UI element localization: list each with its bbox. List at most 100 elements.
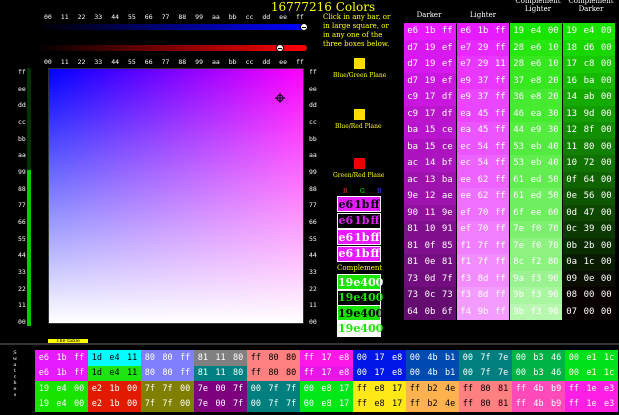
palette-cell[interactable]: 73 0d 7f	[404, 270, 456, 287]
swatch-cell[interactable]: ff 80 81	[459, 381, 512, 397]
palette-cell[interactable]: 36 e8 20	[510, 89, 562, 106]
palette-cell[interactable]: 12 8f 00	[563, 122, 615, 139]
palette-cell[interactable]: e6 1b ff	[457, 23, 509, 40]
swatch-cell[interactable]: 00 e8 17	[300, 396, 353, 412]
palette-cell[interactable]: ba 15 ce	[404, 138, 456, 155]
swatch-cell[interactable]: 80 80 ff	[141, 350, 194, 366]
swatch-cell[interactable]: e6 1b ff	[35, 350, 88, 366]
swatch-cell[interactable]: 7f 7f 00	[141, 381, 194, 397]
swatch-cell[interactable]: 00 17 e8	[353, 350, 406, 366]
palette-cell[interactable]: d7 19 ef	[404, 39, 456, 56]
palette-cell[interactable]: f4 9b ff	[457, 303, 509, 320]
swatch-cell[interactable]: ff 17 e8	[300, 350, 353, 366]
palette-cell[interactable]: ba 15 ce	[404, 122, 456, 139]
swatch-cell[interactable]: ff 1e e3	[565, 381, 618, 397]
palette-cell[interactable]: ac 14 bf	[404, 155, 456, 172]
swatch-cell[interactable]: ff 1e e3	[565, 396, 618, 412]
swatch-cell[interactable]: 19 e4 00	[35, 381, 88, 397]
palette-cell[interactable]: e9 37 ff	[457, 72, 509, 89]
palette-cell[interactable]: 53 eb 40	[510, 155, 562, 172]
palette-cell[interactable]: ea 45 ff	[457, 105, 509, 122]
complement-color-swatch[interactable]: 19 e4 00	[337, 289, 383, 306]
palette-cell[interactable]: f3 8d ff	[457, 287, 509, 304]
palette-cell[interactable]: 9e 12 ae	[404, 188, 456, 205]
palette-cell[interactable]: 37 e8 20	[510, 72, 562, 89]
current-color-swatch[interactable]: e6 1b ff	[337, 229, 381, 245]
swatch-cell[interactable]: 1d e4 11	[88, 350, 141, 366]
palette-cell[interactable]: ec 54 ff	[457, 138, 509, 155]
swatch-cell[interactable]: 7e 00 7f	[194, 381, 247, 397]
swatch-cell[interactable]: 00 17 e8	[353, 365, 406, 381]
palette-cell[interactable]: 11 80 00	[563, 138, 615, 155]
swatch-cell[interactable]: 81 11 80	[194, 365, 247, 381]
swatch-cell[interactable]: 00 e8 17	[300, 381, 353, 397]
swatch-cell[interactable]: ff 4b b9	[512, 396, 565, 412]
palette-cell[interactable]: 53 eb 40	[510, 138, 562, 155]
palette-cell[interactable]: 09 0e 00	[563, 270, 615, 287]
palette-cell[interactable]: 61 ed 50	[510, 188, 562, 205]
current-color-swatch[interactable]: e6 1b ff	[337, 196, 381, 212]
swatch-cell[interactable]: ff 80 80	[247, 365, 300, 381]
palette-cell[interactable]: 0b 2b 00	[563, 237, 615, 254]
palette-cell[interactable]: ac 13 ba	[404, 171, 456, 188]
swatch-cell[interactable]: 1d e4 11	[88, 365, 141, 381]
swatch-cell[interactable]: 00 4b b1	[406, 350, 459, 366]
palette-cell[interactable]: ef 70 ff	[457, 221, 509, 238]
palette-cell[interactable]: d7 19 ef	[404, 72, 456, 89]
swatch-cell[interactable]: 80 80 ff	[141, 365, 194, 381]
palette-cell[interactable]: 8c f2 80	[510, 254, 562, 271]
palette-cell[interactable]: 28 e6 10	[510, 39, 562, 56]
palette-cell[interactable]: 6f ee 60	[510, 204, 562, 221]
swatch-cell[interactable]: e6 1b ff	[35, 365, 88, 381]
swatch-cell[interactable]: 00 7f 7f	[247, 396, 300, 412]
palette-cell[interactable]: 46 ea 30	[510, 105, 562, 122]
palette-cell[interactable]: 07 00 00	[563, 303, 615, 320]
palette-cell[interactable]: 17 c8 00	[563, 56, 615, 73]
palette-cell[interactable]: 61 ed 50	[510, 171, 562, 188]
palette-cell[interactable]: 14 ab 00	[563, 89, 615, 106]
palette-cell[interactable]: 64 0b 6f	[404, 303, 456, 320]
swatch-cell[interactable]: ff 80 80	[247, 350, 300, 366]
blue-green-plane-button[interactable]	[354, 58, 365, 69]
palette-cell[interactable]: d7 19 ef	[404, 56, 456, 73]
palette-cell[interactable]: 18 d6 00	[563, 39, 615, 56]
palette-cell[interactable]: 81 0e 81	[404, 254, 456, 271]
palette-cell[interactable]: 73 0c 73	[404, 287, 456, 304]
swatch-cell[interactable]: 00 b3 46	[512, 365, 565, 381]
swatch-cell[interactable]: 00 e1 1c	[565, 350, 618, 366]
swatch-cell[interactable]: 00 7f 7e	[459, 350, 512, 366]
swatch-cell[interactable]: ff 80 81	[459, 396, 512, 412]
palette-cell[interactable]: 0f 64 00	[563, 171, 615, 188]
palette-cell[interactable]: 90 11 9e	[404, 204, 456, 221]
color-plane[interactable]	[48, 68, 304, 324]
blue-slider-knob[interactable]	[300, 23, 308, 31]
palette-cell[interactable]: 0d 47 00	[563, 204, 615, 221]
palette-cell[interactable]: ec 54 ff	[457, 155, 509, 172]
swatch-cell[interactable]: 00 b3 46	[512, 350, 565, 366]
blue-slider[interactable]	[36, 23, 308, 31]
palette-cell[interactable]: 10 72 00	[563, 155, 615, 172]
swatch-cell[interactable]: e2 1b 00	[88, 396, 141, 412]
swatch-cell[interactable]: ff b2 4e	[406, 396, 459, 412]
palette-cell[interactable]: 13 9d 00	[563, 105, 615, 122]
palette-cell[interactable]: f1 7f ff	[457, 237, 509, 254]
current-color-swatch[interactable]: e6 1b ff	[337, 245, 381, 262]
palette-cell[interactable]: c9 17 df	[404, 89, 456, 106]
palette-cell[interactable]: 0a 1c 00	[563, 254, 615, 271]
palette-cell[interactable]: f1 7f ff	[457, 254, 509, 271]
swatch-cell[interactable]: 7e 00 7f	[194, 396, 247, 412]
palette-cell[interactable]: 9b f3 90	[510, 303, 562, 320]
swatch-cell[interactable]: 00 7f 7e	[459, 365, 512, 381]
palette-cell[interactable]: ee 62 ff	[457, 188, 509, 205]
palette-cell[interactable]: e7 29 11	[457, 56, 509, 73]
complement-color-swatch[interactable]: 19 e4 00	[337, 320, 383, 337]
swatch-cell[interactable]: 00 7f 7f	[247, 381, 300, 397]
swatch-cell[interactable]: ff e8 17	[353, 381, 406, 397]
swatch-cell[interactable]: e2 1b 00	[88, 381, 141, 397]
palette-cell[interactable]: 9b f3 90	[510, 287, 562, 304]
green-red-plane-button[interactable]	[354, 158, 365, 169]
palette-cell[interactable]: ef 70 ff	[457, 204, 509, 221]
blue-red-plane-button[interactable]	[354, 109, 365, 120]
swatch-cell[interactable]: 00 4b b1	[406, 365, 459, 381]
swatch-cell[interactable]: ff b2 4e	[406, 381, 459, 397]
